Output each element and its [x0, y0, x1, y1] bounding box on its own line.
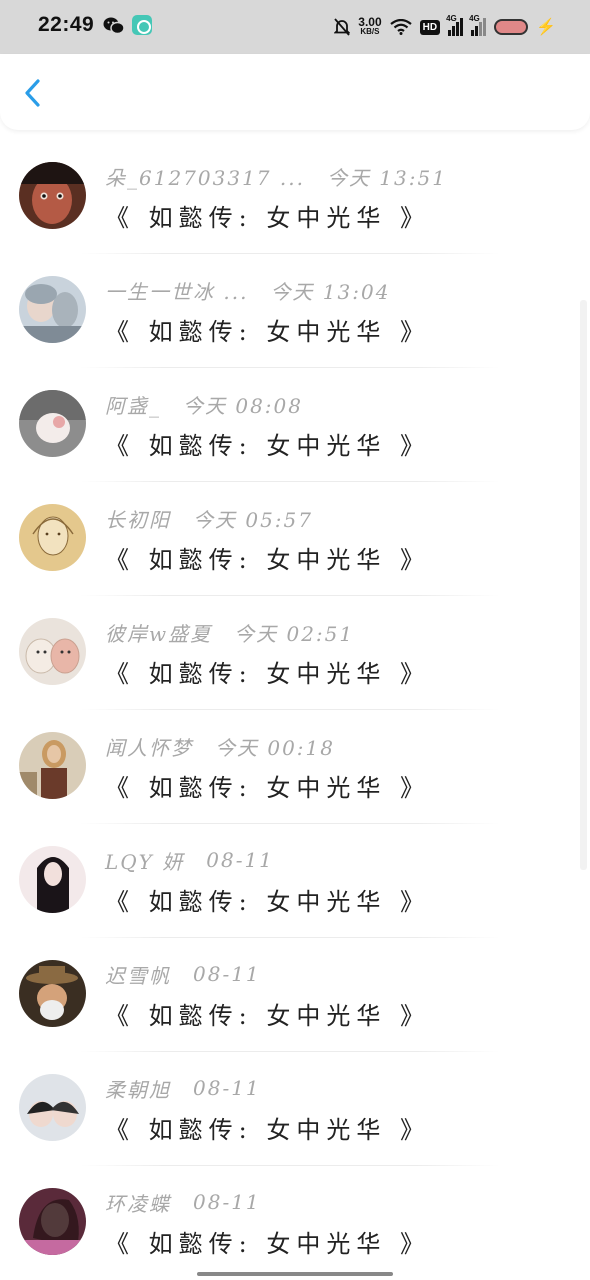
- avatar[interactable]: [19, 1074, 86, 1141]
- meta-line: 迟雪帆 08-11: [105, 960, 261, 988]
- mute-bell-icon: [334, 18, 351, 36]
- list-item[interactable]: 彼岸w盛夏 今天 02:51 《 如懿传: 女中光华 》: [0, 596, 590, 710]
- net-speed: 3.00 KB/S: [358, 15, 382, 37]
- meta-line: 环凌蝶 08-11: [105, 1188, 261, 1216]
- message-list: 朵_612703317 ... 今天 13:51 《 如懿传: 女中光华 》 一…: [0, 140, 590, 1280]
- message-text: 《 如懿传: 女中光华 》: [105, 318, 430, 346]
- status-time: 22:49: [38, 13, 95, 36]
- signal-2-icon: 4G: [469, 14, 487, 36]
- avatar[interactable]: [19, 162, 86, 229]
- meta-line: 阿盏_ 今天 08:08: [105, 390, 303, 418]
- message-time: 今天 08:08: [183, 393, 303, 418]
- signal-2-label: 4G: [469, 14, 480, 23]
- message-text: 《 如懿传: 女中光华 》: [105, 1230, 430, 1258]
- list-item[interactable]: 柔朝旭 08-11 《 如懿传: 女中光华 》: [0, 1052, 590, 1166]
- net-speed-unit: KB/S: [360, 27, 380, 36]
- message-text: 《 如懿传: 女中光华 》: [105, 774, 430, 802]
- battery-icon: [494, 19, 529, 35]
- avatar[interactable]: [19, 276, 86, 343]
- app-notification-icon: [132, 15, 152, 35]
- avatar[interactable]: [19, 618, 86, 685]
- status-right-group: 3.00 KB/S HD 4G 4G ⚡: [334, 14, 556, 40]
- avatar[interactable]: [19, 504, 86, 571]
- avatar[interactable]: [19, 960, 86, 1027]
- message-text: 《 如懿传: 女中光华 》: [105, 1002, 430, 1030]
- meta-line: LQY 妍 08-11: [105, 846, 274, 874]
- message-time: 今天 00:18: [215, 735, 335, 760]
- list-item[interactable]: 阿盏_ 今天 08:08 《 如懿传: 女中光华 》: [0, 368, 590, 482]
- list-item[interactable]: 环凌蝶 08-11 《 如懿传: 女中光华 》: [0, 1166, 590, 1280]
- sender-name: 一生一世冰 ...: [105, 279, 249, 304]
- net-speed-value: 3.00: [358, 15, 382, 29]
- message-text: 《 如懿传: 女中光华 》: [105, 660, 430, 688]
- sender-name: 阿盏_: [105, 393, 161, 418]
- meta-line: 长初阳 今天 05:57: [105, 504, 313, 532]
- charging-bolt-icon: ⚡: [536, 19, 556, 36]
- hd-badge: HD: [419, 19, 441, 35]
- meta-line: 一生一世冰 ... 今天 13:04: [105, 276, 390, 304]
- meta-line: 柔朝旭 08-11: [105, 1074, 261, 1102]
- sender-name: 彼岸w盛夏: [105, 621, 213, 646]
- message-time: 08-11: [206, 848, 274, 872]
- avatar[interactable]: [19, 390, 86, 457]
- list-item[interactable]: 闻人怀梦 今天 00:18 《 如懿传: 女中光华 》: [0, 710, 590, 824]
- sender-name: 朵_612703317 ...: [105, 165, 305, 190]
- message-time: 今天 13:04: [270, 279, 391, 304]
- sender-name: 闻人怀梦: [105, 735, 193, 760]
- avatar[interactable]: [19, 732, 86, 799]
- sender-name: 柔朝旭: [105, 1077, 171, 1102]
- signal-1-label: 4G: [446, 14, 457, 23]
- home-indicator[interactable]: [197, 1272, 393, 1276]
- list-item[interactable]: 一生一世冰 ... 今天 13:04 《 如懿传: 女中光华 》: [0, 254, 590, 368]
- wifi-icon: [389, 19, 412, 35]
- sender-name: 迟雪帆: [105, 963, 171, 988]
- message-time: 今天 05:57: [193, 507, 313, 532]
- message-text: 《 如懿传: 女中光华 》: [105, 432, 430, 460]
- list-item[interactable]: 迟雪帆 08-11 《 如懿传: 女中光华 》: [0, 938, 590, 1052]
- message-text: 《 如懿传: 女中光华 》: [105, 204, 430, 232]
- message-time: 08-11: [193, 1190, 261, 1214]
- message-text: 《 如懿传: 女中光华 》: [105, 888, 430, 916]
- chevron-left-icon[interactable]: [20, 76, 48, 110]
- list-item[interactable]: LQY 妍 08-11 《 如懿传: 女中光华 》: [0, 824, 590, 938]
- top-nav-bar: [0, 54, 590, 130]
- wechat-icon: [103, 17, 125, 35]
- meta-line: 彼岸w盛夏 今天 02:51: [105, 618, 354, 646]
- meta-line: 闻人怀梦 今天 00:18: [105, 732, 335, 760]
- avatar[interactable]: [19, 846, 86, 913]
- message-text: 《 如懿传: 女中光华 》: [105, 1116, 430, 1144]
- sender-name: 长初阳: [105, 507, 171, 532]
- message-time: 今天 13:51: [326, 165, 447, 190]
- message-time: 今天 02:51: [234, 621, 355, 646]
- message-time: 08-11: [193, 962, 261, 986]
- avatar[interactable]: [19, 1188, 86, 1255]
- message-time: 08-11: [193, 1076, 261, 1100]
- status-bar: 22:49 3.00 KB/S HD 4G 4G ⚡: [0, 0, 590, 54]
- scrollbar[interactable]: [580, 300, 587, 870]
- signal-1-icon: 4G: [446, 14, 464, 36]
- sender-name: 环凌蝶: [105, 1191, 171, 1216]
- list-item[interactable]: 朵_612703317 ... 今天 13:51 《 如懿传: 女中光华 》: [0, 140, 590, 254]
- list-item[interactable]: 长初阳 今天 05:57 《 如懿传: 女中光华 》: [0, 482, 590, 596]
- meta-line: 朵_612703317 ... 今天 13:51: [105, 162, 447, 190]
- message-text: 《 如懿传: 女中光华 》: [105, 546, 430, 574]
- sender-name: LQY 妍: [105, 849, 185, 874]
